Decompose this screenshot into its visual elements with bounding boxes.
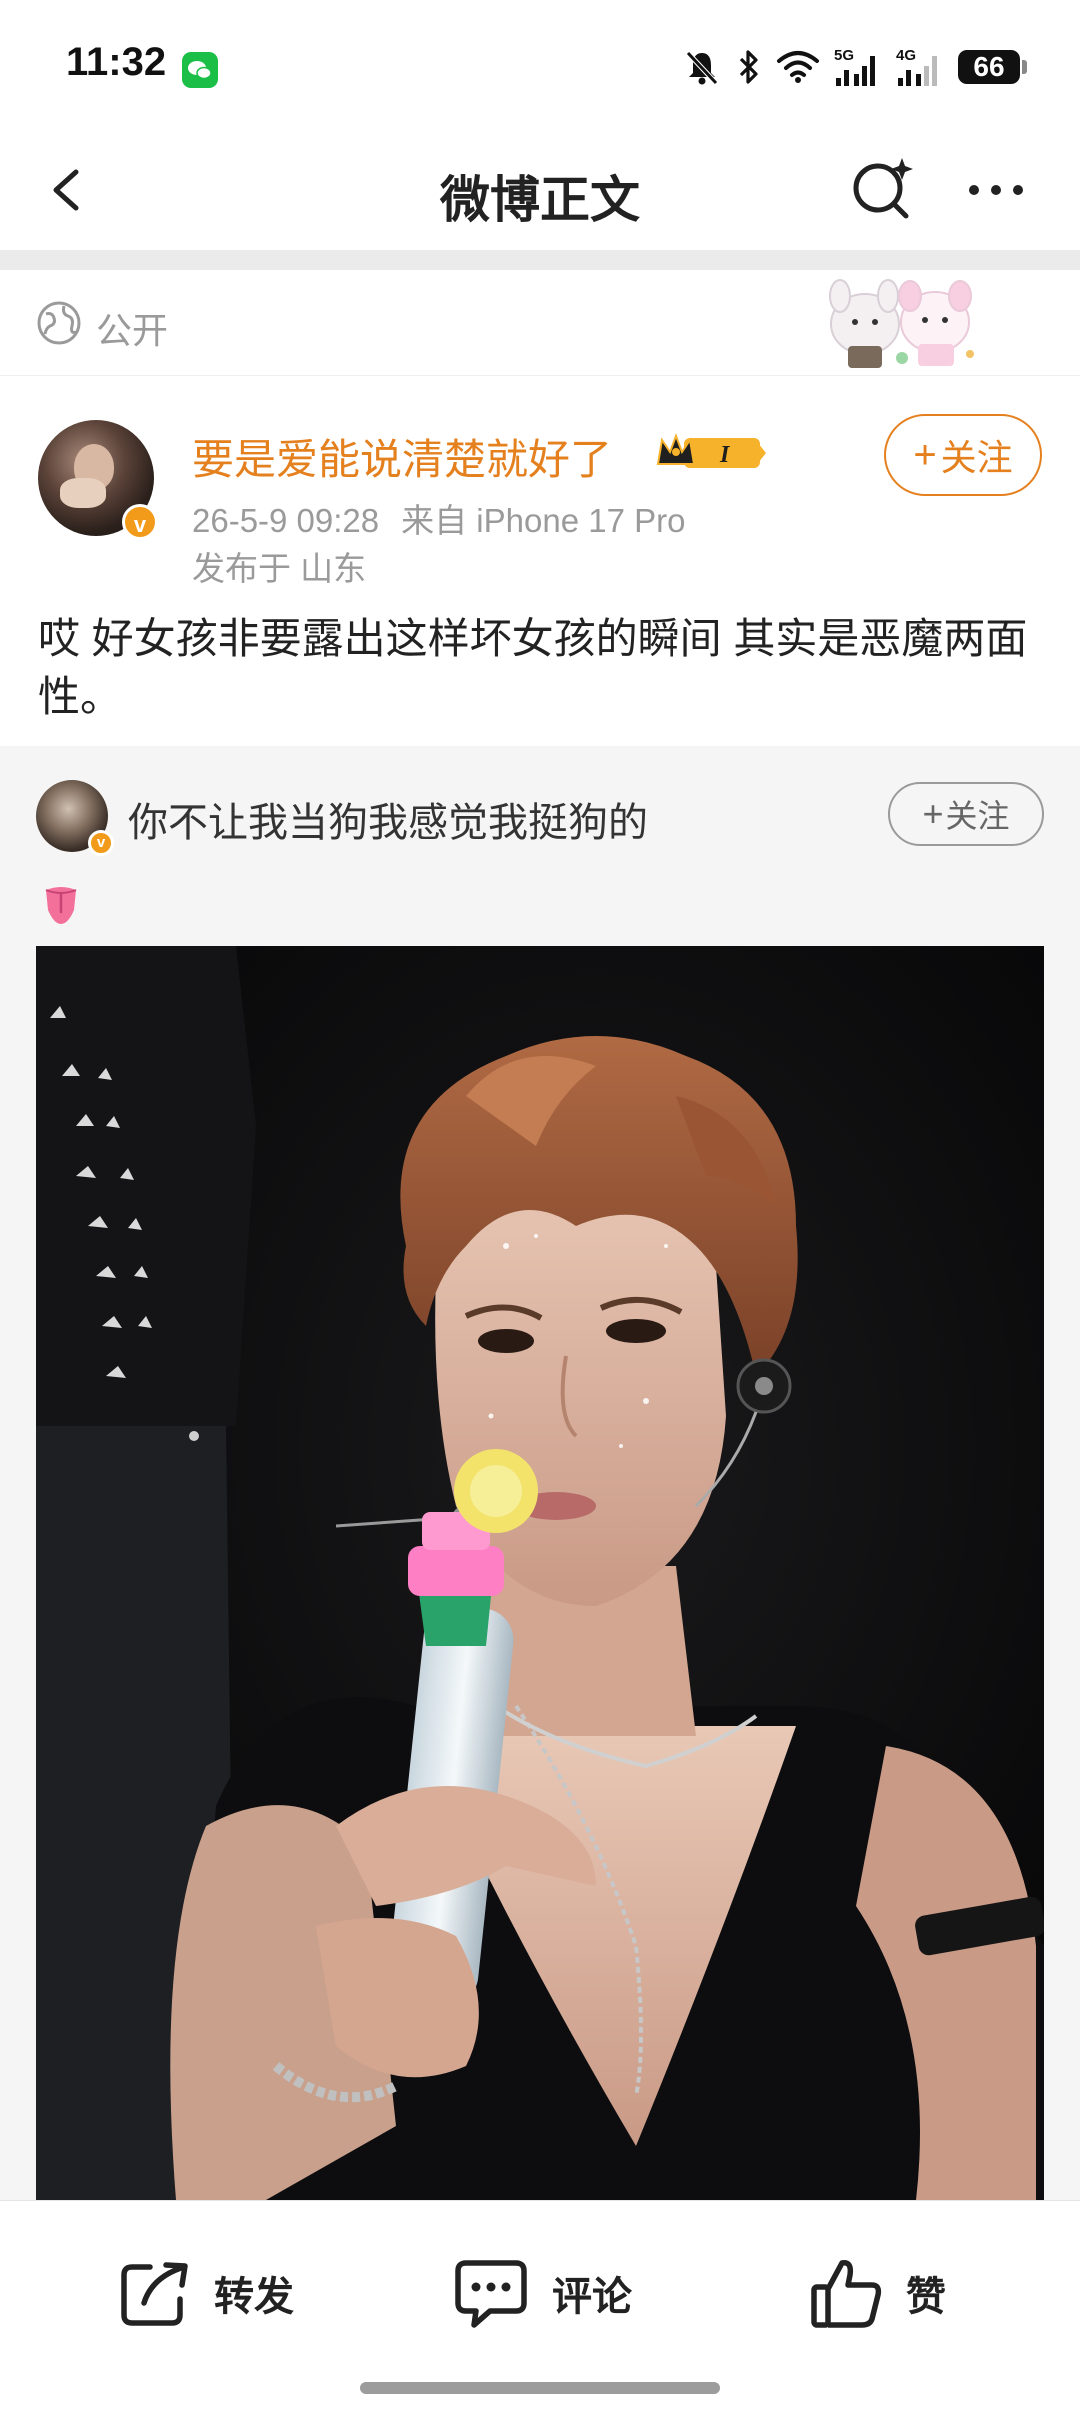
- visibility-label: 公开: [96, 310, 169, 351]
- status-icons: 5G 4G 66: [682, 44, 1027, 90]
- status-bar: 11:32 5G 4G 66: [0, 0, 1080, 130]
- follow-plus: +: [922, 793, 944, 834]
- like-label: 赞: [906, 2275, 946, 2319]
- bluetooth-icon: [739, 50, 758, 84]
- signal-icon: 4G: [896, 47, 937, 86]
- avatar[interactable]: v: [38, 420, 158, 540]
- page-title: 微博正文: [440, 172, 640, 228]
- author-name[interactable]: 要是爱能说清楚就好了: [192, 426, 612, 487]
- repost-author-name[interactable]: 你不让我当狗我感觉我挺狗的: [128, 790, 648, 848]
- post-card: v 要是爱能说清楚就好了 I 26-5-9 09:28 来自 iPhone 17 …: [0, 376, 1080, 746]
- globe-icon: [36, 300, 82, 346]
- follow-plus: +: [913, 433, 937, 477]
- status-time: 11:32: [66, 40, 167, 84]
- nav-bar: 微博正文: [0, 130, 1080, 250]
- post-location: 发布于 山东: [192, 550, 367, 587]
- post-image[interactable]: [36, 946, 1044, 2200]
- repost-card[interactable]: v 你不让我当狗我感觉我挺狗的 + 关注: [0, 746, 1080, 2200]
- battery-icon: 66: [958, 50, 1027, 84]
- comment-bubble-icon: [455, 2260, 527, 2328]
- thumbs-up-icon: [811, 2260, 882, 2328]
- avatar-hand: [60, 478, 106, 508]
- mute-bell-icon: [686, 51, 718, 85]
- comment-button[interactable]: 评论: [452, 2253, 632, 2333]
- post-text: 哎 好女孩非要露出这样坏女孩的瞬间 其实是恶魔两面性。: [38, 615, 1028, 720]
- wechat-icon: [182, 52, 218, 88]
- comment-label: 评论: [552, 2275, 632, 2319]
- bunny-sticker-icon: [810, 274, 990, 374]
- follow-label: 关注: [945, 798, 1010, 834]
- verified-badge: v: [122, 504, 158, 540]
- wifi-icon: [777, 51, 819, 83]
- share-arrow-icon: [121, 2262, 188, 2326]
- visibility-row: 公开: [0, 270, 1080, 376]
- battery-level: 66: [973, 51, 1005, 82]
- crown-vip-badge-icon: I: [654, 430, 770, 476]
- search-sparkle-icon[interactable]: [846, 152, 918, 224]
- section-divider: [0, 250, 1080, 270]
- follow-button[interactable]: + 关注: [884, 414, 1042, 496]
- tongue-emoji-icon: [38, 880, 84, 926]
- post-source: 来自 iPhone 17 Pro: [401, 502, 686, 539]
- repost-button[interactable]: 转发: [116, 2253, 294, 2333]
- follow-label: 关注: [940, 437, 1013, 478]
- signal-5g-label: 5G: [834, 47, 854, 64]
- verified-badge: v: [88, 830, 114, 856]
- signal-4g-label: 4G: [896, 47, 916, 64]
- post-date: 26-5-9 09:28: [192, 502, 380, 539]
- post-meta: 26-5-9 09:28 来自 iPhone 17 Pro: [192, 494, 685, 542]
- home-indicator[interactable]: [360, 2382, 720, 2394]
- repost-follow-button[interactable]: + 关注: [888, 782, 1044, 846]
- like-button[interactable]: 赞: [808, 2253, 946, 2333]
- more-dots-icon[interactable]: [960, 160, 1032, 220]
- repost-avatar[interactable]: v: [36, 780, 114, 856]
- vip-level-label: I: [719, 442, 731, 468]
- repost-label: 转发: [214, 2275, 294, 2319]
- signal-icon: 5G: [834, 47, 875, 86]
